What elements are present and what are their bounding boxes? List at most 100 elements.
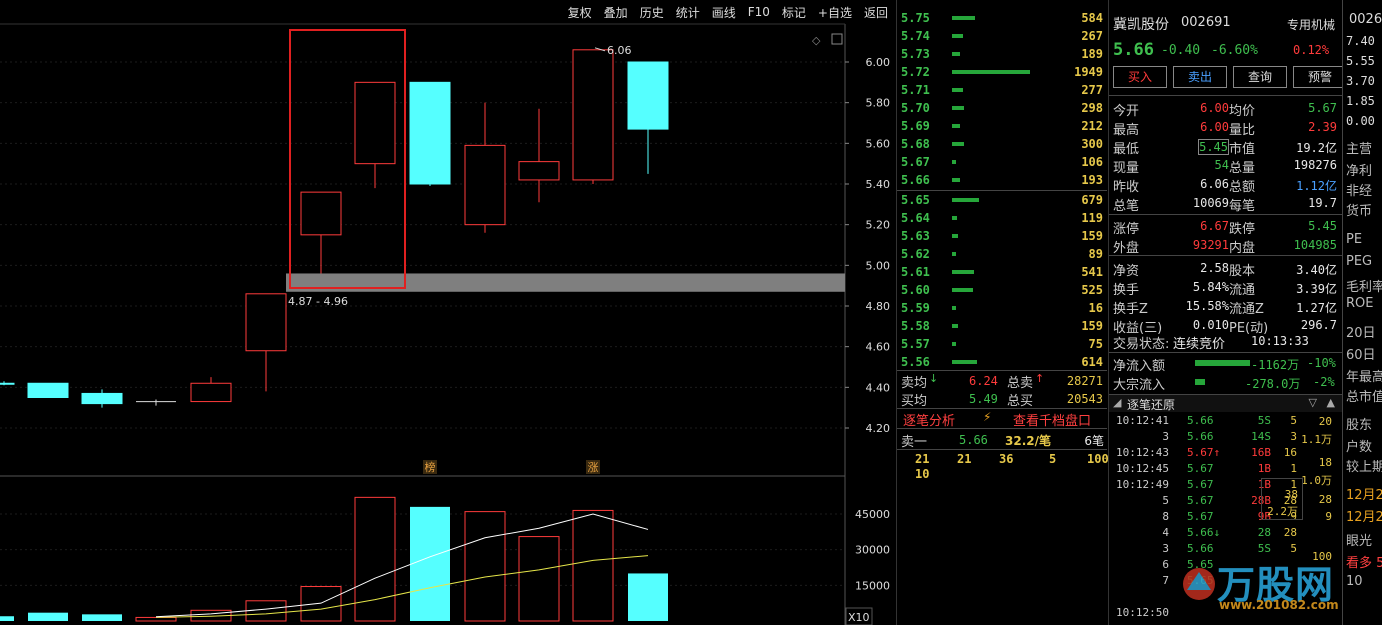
bid-volume: 16 bbox=[1088, 301, 1103, 315]
side-item[interactable]: PE bbox=[1346, 232, 1362, 247]
side-item[interactable]: 看多 5 bbox=[1346, 552, 1382, 571]
bid-level[interactable]: 5.56 614 bbox=[897, 353, 1107, 371]
panel-toggle-icon[interactable] bbox=[831, 33, 843, 45]
candle[interactable] bbox=[627, 61, 669, 174]
diamond-icon[interactable]: ◇ bbox=[812, 34, 821, 47]
side-item[interactable]: 年最高 bbox=[1346, 366, 1382, 385]
side-item[interactable]: 户数 bbox=[1346, 436, 1372, 455]
tick-row[interactable]: 4 5.66↓ 28 28 bbox=[1111, 526, 1341, 542]
candle[interactable] bbox=[27, 382, 69, 398]
tick-expand-icon[interactable]: ▲ bbox=[1327, 396, 1335, 409]
tick-order: 16 bbox=[1283, 446, 1297, 459]
tick-time: 5 bbox=[1162, 494, 1169, 507]
queue-item: 100 bbox=[1087, 452, 1109, 466]
tick-time: 3 bbox=[1162, 542, 1169, 555]
bid-volume-bar bbox=[952, 252, 956, 256]
side-item[interactable]: 12月2 bbox=[1346, 484, 1382, 503]
candle[interactable] bbox=[0, 381, 15, 386]
candle[interactable] bbox=[136, 399, 176, 406]
quote-value: 5.45 bbox=[1198, 139, 1229, 155]
side-item[interactable]: PEG bbox=[1346, 254, 1372, 269]
side-item[interactable]: 12月2 bbox=[1346, 506, 1382, 525]
ask-price: 5.71 bbox=[901, 83, 930, 97]
side-item[interactable]: ROE bbox=[1346, 296, 1373, 311]
side-item[interactable]: 总市值 bbox=[1346, 386, 1382, 405]
side-item[interactable]: 眼光 bbox=[1346, 530, 1372, 549]
tick-side-value: 20 bbox=[1318, 415, 1332, 428]
side-item[interactable]: 毛利率 bbox=[1346, 276, 1382, 295]
tick-collapse-icon[interactable]: ◢ bbox=[1113, 396, 1121, 409]
side-item[interactable]: 股东 bbox=[1346, 414, 1372, 433]
candle[interactable] bbox=[81, 389, 123, 408]
max-price-label: 6.06 bbox=[607, 44, 632, 57]
ask-volume-bar bbox=[952, 160, 956, 164]
tick-analysis-link[interactable]: 逐笔分析 bbox=[903, 410, 955, 429]
kline-chart-panel[interactable]: 复权 叠加 历史 统计 画线 F10 标记 +自选 返回 ◇ 6.00 5.80 5.60 5.40 5.… bbox=[0, 0, 896, 625]
ask-level[interactable]: 5.67 106 bbox=[897, 153, 1107, 171]
bid-price: 5.60 bbox=[901, 283, 930, 297]
candle[interactable] bbox=[300, 191, 342, 274]
side-item[interactable]: 60日 bbox=[1346, 344, 1376, 363]
trade-button-0[interactable]: 买入 bbox=[1113, 66, 1167, 88]
book-divider bbox=[897, 449, 1107, 450]
side-item[interactable]: 净利 bbox=[1346, 160, 1372, 179]
ask-level[interactable]: 5.73 189 bbox=[897, 45, 1107, 63]
candle[interactable] bbox=[572, 49, 614, 184]
bid-level[interactable]: 5.63 159 bbox=[897, 227, 1107, 245]
candle-body bbox=[27, 382, 69, 398]
tick-row[interactable]: 10:12:41 5.66 5S 5 bbox=[1111, 414, 1341, 430]
bid-level[interactable]: 5.57 75 bbox=[897, 335, 1107, 353]
ask-level[interactable]: 5.71 277 bbox=[897, 81, 1107, 99]
candle[interactable] bbox=[190, 377, 232, 403]
ask-level[interactable]: 5.72 1949 bbox=[897, 63, 1107, 81]
tick-header[interactable]: ◢ 逐笔还原 ▽ ▲ bbox=[1109, 395, 1343, 412]
extra-pct: 0.12% bbox=[1293, 43, 1330, 57]
ask-level[interactable]: 5.74 267 bbox=[897, 27, 1107, 45]
ask-level[interactable]: 5.75 584 bbox=[897, 9, 1107, 27]
thousand-book-link[interactable]: 查看千档盘口 bbox=[1013, 410, 1091, 429]
tick-row[interactable]: 5 5.67 28B 28 bbox=[1111, 494, 1341, 510]
kline-chart[interactable]: ◇ 6.00 5.80 5.60 5.40 5.20 5.00 4.80 4.60 4.40 4.2… bbox=[0, 0, 896, 625]
trade-button-3[interactable]: 预警 bbox=[1293, 66, 1347, 88]
candle[interactable] bbox=[409, 81, 451, 187]
ask-level[interactable]: 5.66 193 bbox=[897, 171, 1107, 189]
quote-value: 6.00 bbox=[1200, 101, 1229, 115]
ask-volume: 277 bbox=[1081, 83, 1103, 97]
bid-volume: 119 bbox=[1081, 211, 1103, 225]
quote-value: 0.010 bbox=[1192, 318, 1229, 332]
candle[interactable] bbox=[518, 108, 560, 203]
industry-tag[interactable]: 专用机械 bbox=[1287, 16, 1335, 33]
side-item[interactable]: 主营 bbox=[1346, 138, 1372, 157]
side-item[interactable]: 20日 bbox=[1346, 322, 1376, 341]
side-item[interactable]: 货币 bbox=[1346, 200, 1372, 219]
tick-row[interactable]: 8 5.67 9B 9 bbox=[1111, 510, 1341, 526]
tick-time: 8 bbox=[1162, 510, 1169, 523]
side-item[interactable]: 10 bbox=[1346, 574, 1363, 589]
bid-level[interactable]: 5.58 159 bbox=[897, 317, 1107, 335]
bid-level[interactable]: 5.61 541 bbox=[897, 263, 1107, 281]
side-item[interactable]: 较上期 bbox=[1346, 456, 1382, 475]
quote-value: 5.67 bbox=[1308, 101, 1337, 115]
ask-price: 5.67 bbox=[901, 155, 930, 169]
bid-volume-bar bbox=[952, 216, 957, 220]
bid-level[interactable]: 5.60 525 bbox=[897, 281, 1107, 299]
trade-button-2[interactable]: 查询 bbox=[1233, 66, 1287, 88]
bid-level[interactable]: 5.65 679 bbox=[897, 191, 1107, 209]
ask-volume-bar bbox=[952, 106, 964, 110]
volume-bar bbox=[28, 612, 68, 621]
side-item[interactable]: 非经 bbox=[1346, 180, 1372, 199]
candle[interactable] bbox=[464, 102, 506, 233]
ask-level[interactable]: 5.68 300 bbox=[897, 135, 1107, 153]
bid-level[interactable]: 5.62 89 bbox=[897, 245, 1107, 263]
trade-button-1[interactable]: 卖出 bbox=[1173, 66, 1227, 88]
candle[interactable] bbox=[354, 81, 396, 189]
bid-level[interactable]: 5.64 119 bbox=[897, 209, 1107, 227]
bid-volume-bar bbox=[952, 270, 974, 274]
tick-dropdown-icon[interactable]: ▽ bbox=[1309, 396, 1317, 409]
event-marker-text: 榜 bbox=[425, 460, 436, 474]
ask-level[interactable]: 5.69 212 bbox=[897, 117, 1107, 135]
ask-level[interactable]: 5.70 298 bbox=[897, 99, 1107, 117]
candle[interactable] bbox=[245, 293, 287, 392]
bid-level[interactable]: 5.59 16 bbox=[897, 299, 1107, 317]
tick-row[interactable]: 10:12:43 5.67↑ 16B 16 bbox=[1111, 446, 1341, 462]
